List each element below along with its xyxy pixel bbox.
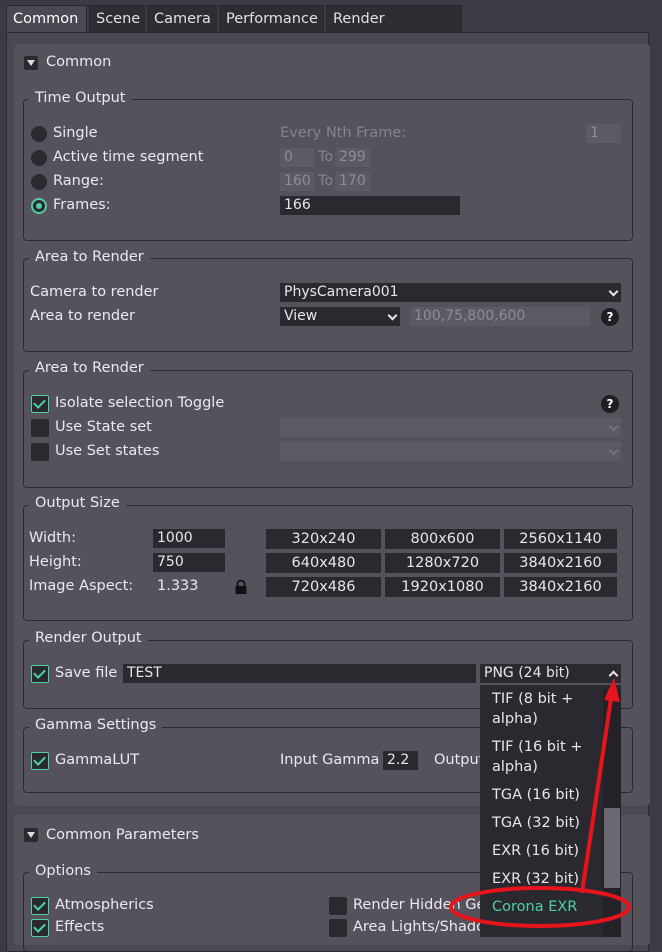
annotation-overlay xyxy=(449,678,631,928)
